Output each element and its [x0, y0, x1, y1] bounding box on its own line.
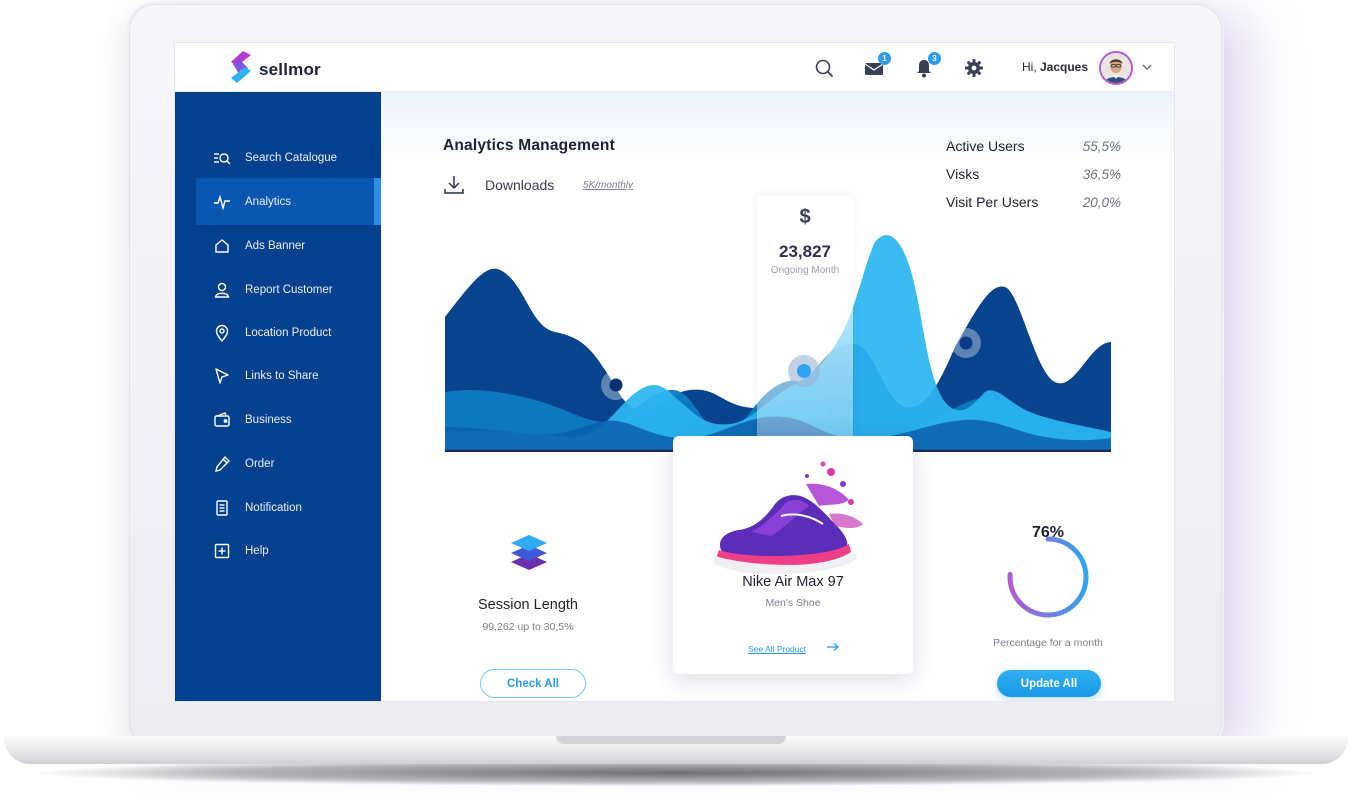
- stat-label: Visit Per Users: [946, 194, 1039, 210]
- user-icon: [213, 281, 231, 299]
- page-title: Analytics Management: [443, 137, 615, 154]
- chart-tooltip: $ 23,827 Ongoing Month: [757, 196, 853, 439]
- tooltip-label: Ongoing Month: [770, 265, 840, 276]
- stat-value: 36,5%: [1082, 166, 1121, 182]
- sidebar-item-search-catalogue[interactable]: Search Catalogue: [196, 134, 381, 181]
- laptop-notch: [556, 736, 786, 744]
- user-name: Jacques: [1040, 60, 1089, 74]
- stat-label: Visks: [946, 166, 980, 182]
- download-icon[interactable]: [443, 174, 465, 196]
- arrow-right-icon[interactable]: [826, 642, 840, 652]
- chevron-down-icon[interactable]: [1141, 61, 1153, 73]
- chart-point: [959, 336, 973, 350]
- sidebar-item-label: Notification: [245, 501, 302, 514]
- session-length-subtitle: 99,262 up to 30,5%: [482, 621, 574, 633]
- chart-active-point[interactable]: [786, 353, 822, 389]
- sidebar-item-business[interactable]: Business: [196, 396, 381, 443]
- percentage-label: Percentage for a month: [993, 637, 1103, 649]
- percentage-value: 76%: [1031, 524, 1065, 541]
- main-content: Analytics Management Downloads 5K/monthl…: [381, 92, 1174, 701]
- stat-label: Active Users: [946, 138, 1025, 154]
- search-icon[interactable]: [813, 57, 835, 79]
- notifications-button[interactable]: 3: [913, 52, 941, 79]
- tooltip-value: 23,827: [779, 242, 831, 261]
- session-length-title: Session Length: [478, 597, 578, 613]
- stat-row: Active Users 55,5%: [946, 132, 1121, 160]
- sidebar-item-label: Location Product: [245, 326, 332, 339]
- notif-badge: 3: [928, 52, 941, 65]
- sidebar-item-order[interactable]: Order: [196, 440, 381, 487]
- app-screen: sellmor 1 3 Hi, Jacques Search Catalogue…: [175, 43, 1174, 701]
- top-bar: sellmor 1 3 Hi, Jacques: [175, 43, 1174, 92]
- sidebar-item-location-product[interactable]: Location Product: [196, 309, 381, 356]
- sneaker-image: [713, 461, 863, 574]
- document-icon: [213, 499, 231, 517]
- update-all-button[interactable]: Update All: [997, 670, 1101, 697]
- layers-icon: [511, 535, 547, 570]
- mail-button[interactable]: 1: [863, 52, 891, 79]
- user-avatar-icon: [1101, 53, 1131, 83]
- stat-value: 55,5%: [1082, 138, 1121, 154]
- analytics-icon: [213, 193, 231, 211]
- sidebar-item-links-to-share[interactable]: Links to Share: [196, 352, 381, 399]
- stat-value: 20,0%: [1082, 194, 1121, 210]
- wallet-icon: [213, 411, 231, 429]
- see-all-product-link[interactable]: See All Product: [748, 644, 806, 654]
- dollar-icon: $: [799, 206, 811, 228]
- sidebar-item-help[interactable]: Help: [196, 527, 381, 574]
- brand-name: sellmor: [259, 60, 321, 79]
- product-name: Nike Air Max 97: [742, 574, 844, 590]
- stat-row: Visks 36,5%: [946, 160, 1121, 188]
- sidebar-item-label: Order: [245, 457, 275, 470]
- sidebar-item-notification[interactable]: Notification: [196, 484, 381, 531]
- chart-point: [609, 378, 623, 392]
- product-category: Men's Shoe: [765, 597, 821, 609]
- greeting-prefix: Hi,: [1022, 60, 1040, 74]
- downloads-label: Downloads: [485, 177, 555, 193]
- sidebar-item-analytics[interactable]: Analytics: [196, 178, 381, 225]
- downloads-value[interactable]: 5K/monthly: [583, 180, 633, 191]
- stat-row: Visit Per Users 20,0%: [946, 188, 1121, 216]
- sidebar-item-label: Analytics: [245, 195, 292, 208]
- pencil-icon: [213, 455, 231, 473]
- plus-box-icon: [213, 542, 231, 560]
- product-card[interactable]: Nike Air Max 97 Men's Shoe See All Produ…: [673, 436, 913, 674]
- sidebar-item-label: Ads Banner: [245, 239, 306, 252]
- sidebar-item-label: Search Catalogue: [245, 151, 338, 164]
- sidebar-item-ads-banner[interactable]: Ads Banner: [196, 222, 381, 269]
- progress-ring: [1007, 536, 1089, 618]
- sidebar-item-label: Help: [245, 544, 269, 557]
- mail-badge: 1: [878, 52, 891, 65]
- sidebar-item-label: Business: [245, 413, 292, 426]
- sidebar: Search Catalogue Analytics Ads Banner Re…: [175, 92, 381, 701]
- location-pin-icon: [213, 324, 231, 342]
- avatar[interactable]: [1099, 51, 1133, 85]
- gear-icon[interactable]: [963, 57, 985, 79]
- search-catalogue-icon: [213, 149, 231, 167]
- home-icon: [213, 237, 231, 255]
- stats-panel: Active Users 55,5% Visks 36,5% Visit Per…: [946, 132, 1121, 216]
- user-greeting: Hi, Jacques: [1022, 60, 1088, 74]
- check-all-button[interactable]: Check All: [480, 669, 586, 698]
- sellmor-logo-icon[interactable]: [229, 50, 253, 84]
- sidebar-item-label: Links to Share: [245, 369, 319, 382]
- cursor-icon: [213, 367, 231, 385]
- sidebar-item-report-customer[interactable]: Report Customer: [196, 266, 381, 313]
- sidebar-item-label: Report Customer: [245, 283, 333, 296]
